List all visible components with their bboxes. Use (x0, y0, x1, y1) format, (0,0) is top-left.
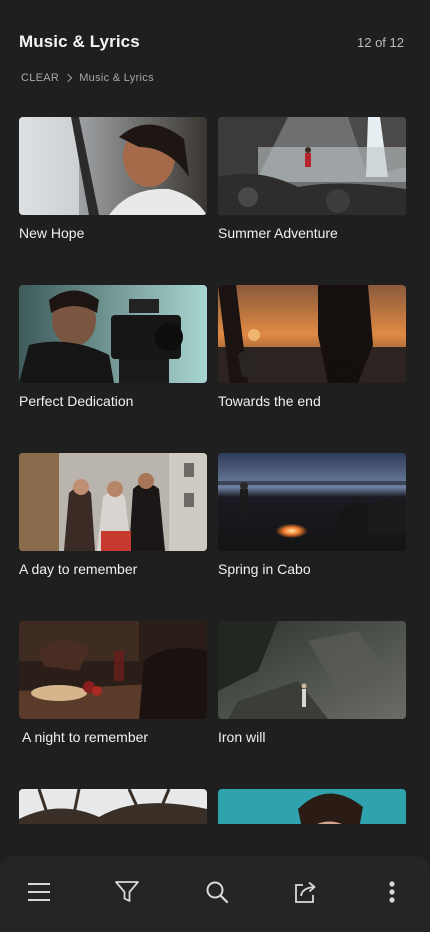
page-header: Music & Lyrics 12 of 12 (19, 30, 404, 54)
filter-icon (115, 881, 139, 902)
page-title: Music & Lyrics (19, 32, 140, 51)
video-thumbnail[interactable] (19, 117, 207, 215)
filter-button[interactable] (109, 874, 145, 910)
breadcrumb-root[interactable]: CLEAR (21, 72, 59, 84)
breadcrumb: CLEAR Music & Lyrics (21, 72, 154, 84)
video-title: A day to remember (19, 561, 138, 577)
video-grid: New Hope Summer Adventure Perfect Dedica… (0, 0, 430, 824)
video-card[interactable] (19, 789, 207, 824)
video-title: Towards the end (218, 393, 321, 409)
video-card-new-hope[interactable]: New Hope (19, 117, 207, 241)
item-count: 12 of 12 (357, 34, 404, 50)
video-card-towards-the-end[interactable]: Towards the end (218, 285, 406, 409)
video-title: New Hope (19, 225, 85, 241)
video-card-perfect-dedication[interactable]: Perfect Dedication (19, 285, 207, 409)
more-options-button[interactable] (374, 874, 410, 910)
search-icon (206, 881, 229, 904)
video-title: Iron will (218, 729, 266, 745)
video-title: A night to remember (22, 729, 149, 745)
video-card[interactable] (218, 789, 406, 824)
video-card-a-day-to-remember[interactable]: A day to remember (19, 453, 207, 577)
video-title: Spring in Cabo (218, 561, 311, 577)
video-thumbnail[interactable] (19, 621, 207, 719)
more-vertical-icon (389, 881, 395, 903)
video-thumbnail[interactable] (19, 453, 207, 551)
breadcrumb-current: Music & Lyrics (79, 72, 154, 84)
bottom-toolbar (0, 856, 430, 932)
video-thumbnail[interactable] (218, 453, 406, 551)
menu-icon (28, 883, 50, 901)
menu-button[interactable] (21, 874, 57, 910)
share-button[interactable] (287, 874, 323, 910)
video-title: Perfect Dedication (19, 393, 134, 409)
video-card-a-night-to-remember[interactable]: A night to remember (19, 621, 207, 745)
video-thumbnail[interactable] (218, 285, 406, 383)
video-thumbnail[interactable] (218, 117, 406, 215)
video-thumbnail[interactable] (218, 621, 406, 719)
video-card-spring-in-cabo[interactable]: Spring in Cabo (218, 453, 406, 577)
share-icon (295, 881, 316, 903)
video-thumbnail[interactable] (19, 285, 207, 383)
video-card-iron-will[interactable]: Iron will (218, 621, 406, 745)
video-thumbnail[interactable] (218, 789, 406, 824)
chevron-right-icon (63, 73, 73, 83)
video-thumbnail[interactable] (19, 789, 207, 824)
video-title: Summer Adventure (218, 225, 338, 241)
app-screen: New Hope Summer Adventure Perfect Dedica… (0, 0, 430, 932)
video-card-summer-adventure[interactable]: Summer Adventure (218, 117, 406, 241)
search-button[interactable] (199, 874, 235, 910)
